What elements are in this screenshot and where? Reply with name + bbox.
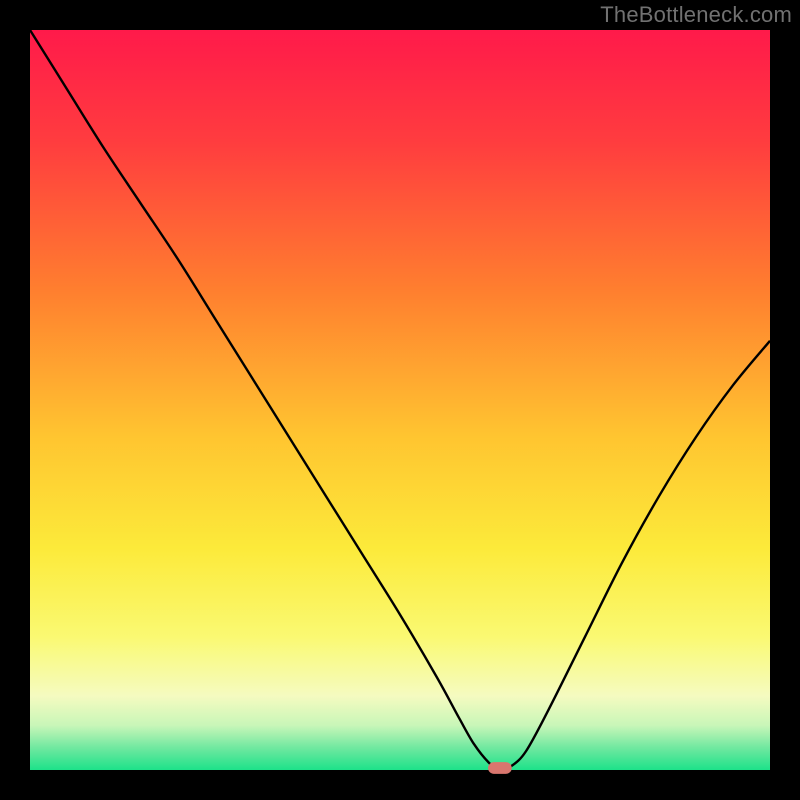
chart-background <box>30 30 770 770</box>
watermark-text: TheBottleneck.com <box>600 2 792 28</box>
bottleneck-chart <box>0 0 800 800</box>
chart-svg <box>0 0 800 800</box>
optimal-point-marker <box>488 762 512 774</box>
